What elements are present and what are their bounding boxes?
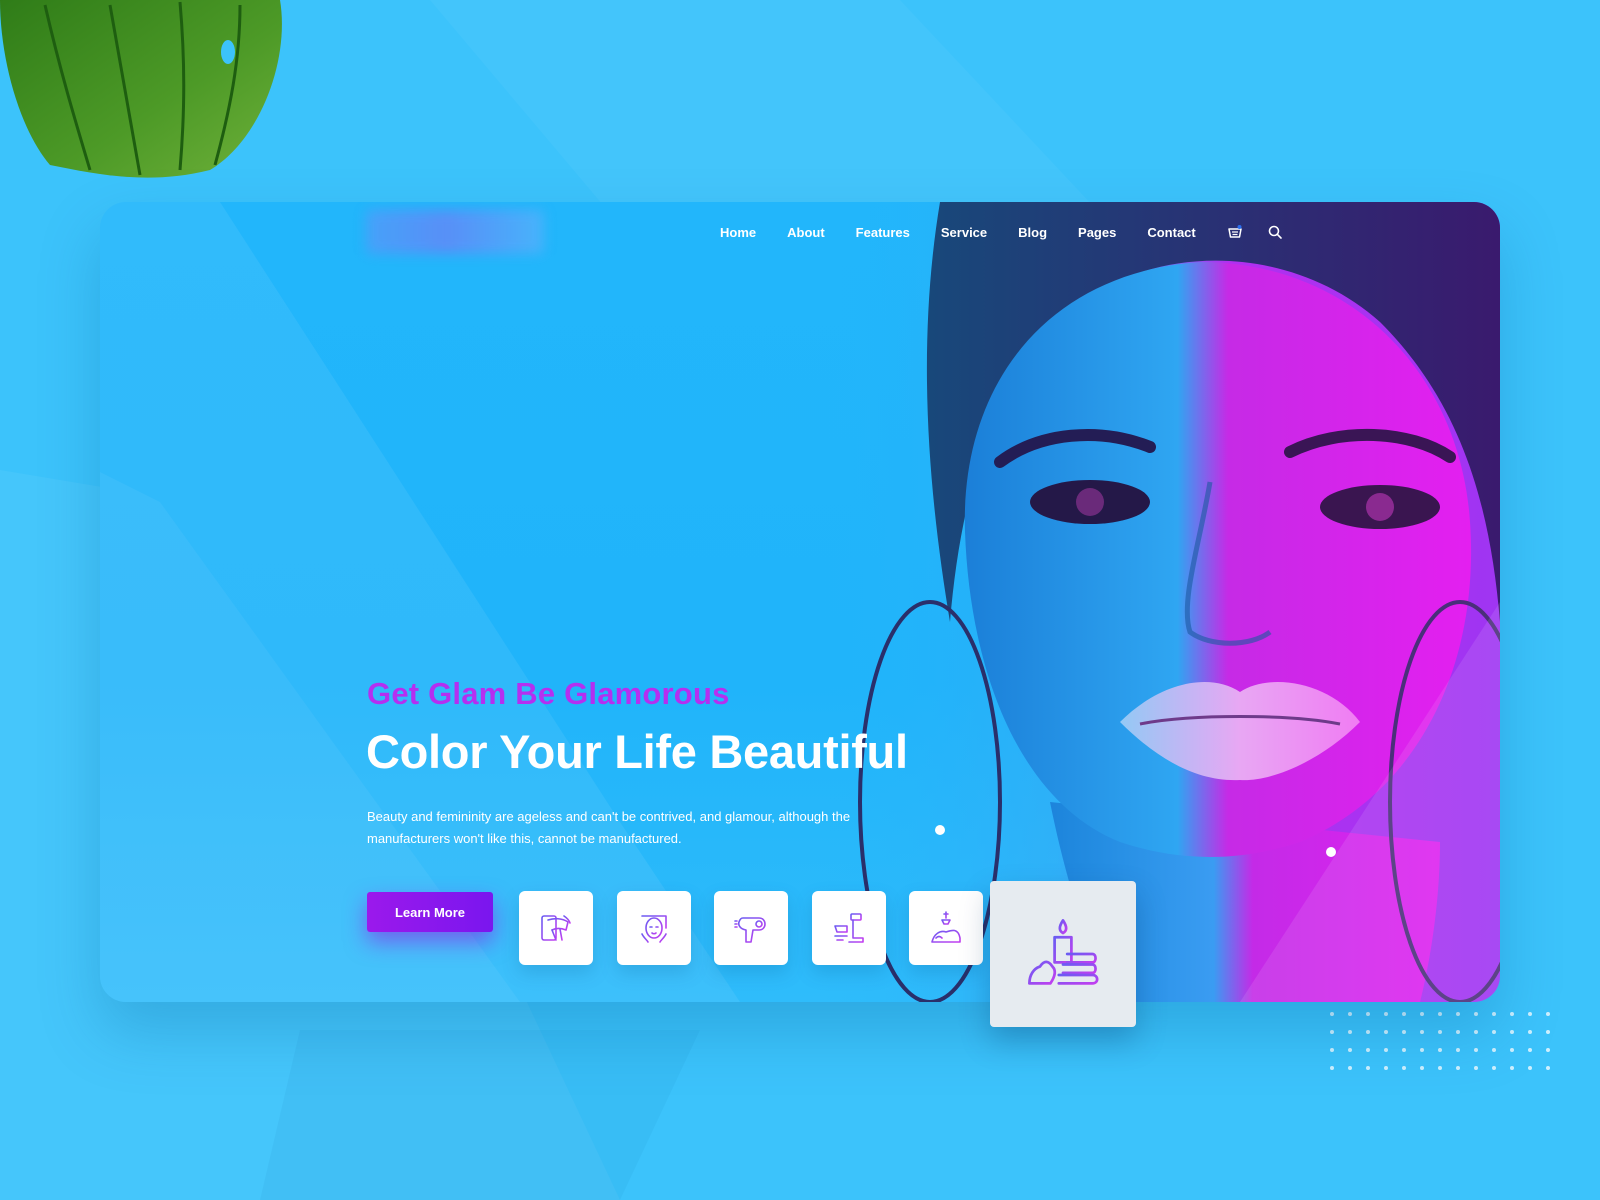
service-tile-body-massage[interactable]	[519, 891, 593, 965]
nav-item-contact[interactable]: Contact	[1147, 225, 1195, 240]
nav-item-blog[interactable]: Blog	[1018, 225, 1047, 240]
hero-headline: Color Your Life Beautiful	[366, 725, 908, 778]
hero-tagline: Get Glam Be Glamorous	[367, 676, 730, 711]
spa-stones-candle-icon	[1023, 919, 1103, 985]
hero-description: Beauty and femininity are ageless and ca…	[367, 809, 851, 846]
nav-item-home[interactable]: Home	[720, 225, 756, 240]
main-navigation: Home About Features Service Blog Pages C…	[720, 220, 1307, 244]
hair-dryer-icon	[734, 917, 766, 943]
nav-item-service[interactable]: Service	[941, 225, 987, 240]
service-tile-face-care[interactable]	[617, 891, 691, 965]
learn-more-button[interactable]: Learn More	[367, 892, 493, 932]
body-massage-icon	[541, 915, 571, 941]
cart-icon[interactable]	[1227, 224, 1243, 240]
face-care-icon	[641, 915, 667, 943]
nav-item-pages[interactable]: Pages	[1078, 225, 1116, 240]
nav-item-features[interactable]: Features	[856, 225, 910, 240]
foot-spa-icon	[931, 911, 961, 943]
hero-card: Home About Features Service Blog Pages C…	[100, 202, 1500, 1002]
model-portrait-image	[820, 202, 1500, 1002]
monstera-leaf-image	[0, 0, 282, 178]
search-icon[interactable]	[1267, 224, 1283, 240]
pedicure-icon	[834, 913, 864, 943]
site-logo[interactable]	[366, 210, 544, 254]
nav-item-about[interactable]: About	[787, 225, 825, 240]
service-tile-hair-dryer[interactable]	[714, 891, 788, 965]
service-tile-spa-stones[interactable]	[990, 881, 1136, 1027]
service-tile-foot-spa[interactable]	[909, 891, 983, 965]
service-tile-pedicure[interactable]	[812, 891, 886, 965]
dot-pattern	[1330, 1012, 1550, 1070]
